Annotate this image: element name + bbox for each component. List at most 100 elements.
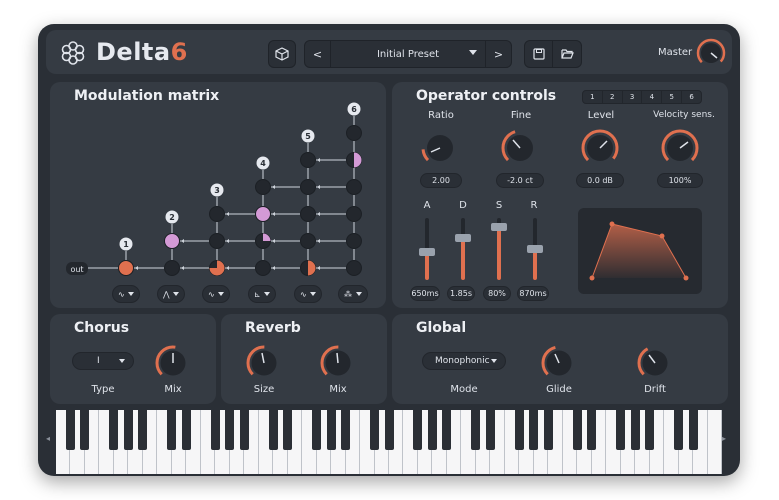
- white-key[interactable]: [707, 410, 722, 474]
- black-key[interactable]: [543, 410, 553, 450]
- black-key[interactable]: [442, 410, 452, 450]
- mode-select[interactable]: Monophonic: [422, 352, 506, 370]
- attack-slider[interactable]: [419, 218, 435, 280]
- drift-label: Drift: [644, 384, 666, 395]
- black-key[interactable]: [587, 410, 597, 450]
- waveform-select-3[interactable]: ∿: [202, 285, 230, 303]
- preset-name[interactable]: Initial Preset: [332, 41, 484, 67]
- black-key[interactable]: [572, 410, 582, 450]
- black-key[interactable]: [471, 410, 481, 450]
- arrow-head: [272, 266, 275, 270]
- save-button[interactable]: [525, 41, 553, 67]
- prev-preset-button[interactable]: <: [305, 41, 331, 67]
- black-key[interactable]: [529, 410, 539, 450]
- reverb-mix-label: Mix: [329, 384, 347, 395]
- black-key[interactable]: [239, 410, 249, 450]
- randomize-button[interactable]: [268, 40, 296, 68]
- matrix-node-5-4[interactable]: [300, 179, 316, 195]
- matrix-node-4-4[interactable]: [255, 179, 271, 195]
- black-key[interactable]: [370, 410, 380, 450]
- matrix-node-5-2[interactable]: [300, 233, 316, 249]
- black-key[interactable]: [283, 410, 293, 450]
- matrix-node-2-1[interactable]: [164, 260, 180, 276]
- black-key[interactable]: [181, 410, 191, 450]
- black-key[interactable]: [384, 410, 394, 450]
- next-preset-button[interactable]: >: [485, 41, 511, 67]
- matrix-node-6-3[interactable]: [346, 206, 362, 222]
- reverb-mix-knob[interactable]: [319, 344, 357, 382]
- matrix-node-1-1[interactable]: [118, 260, 134, 276]
- matrix-node-5-5[interactable]: [300, 152, 316, 168]
- black-key[interactable]: [225, 410, 235, 450]
- open-button[interactable]: [553, 41, 581, 67]
- operator-tab-3[interactable]: 3: [623, 91, 643, 103]
- arrow-head: [226, 212, 229, 216]
- operator-tab-4[interactable]: 4: [642, 91, 663, 103]
- master-knob[interactable]: [696, 38, 726, 68]
- black-key[interactable]: [326, 410, 336, 450]
- black-key[interactable]: [427, 410, 437, 450]
- black-key[interactable]: [268, 410, 278, 450]
- operator-tab-6[interactable]: 6: [682, 91, 701, 103]
- waveform-select-6[interactable]: ⁂: [338, 285, 368, 303]
- black-key[interactable]: [645, 410, 655, 450]
- black-key[interactable]: [109, 410, 119, 450]
- level-value[interactable]: 0.0 dB: [576, 173, 624, 188]
- sustain-value[interactable]: 80%: [483, 286, 511, 301]
- release-slider[interactable]: [527, 218, 543, 280]
- release-value[interactable]: 870ms: [517, 286, 549, 301]
- black-key[interactable]: [630, 410, 640, 450]
- matrix-node-4-1[interactable]: [255, 260, 271, 276]
- black-key[interactable]: [688, 410, 698, 450]
- waveform-select-5[interactable]: ∿: [294, 285, 322, 303]
- glide-knob[interactable]: [540, 344, 578, 382]
- level-knob[interactable]: [580, 128, 620, 168]
- matrix-node-3-2[interactable]: [209, 233, 225, 249]
- black-key[interactable]: [485, 410, 495, 450]
- operator-badge-label: 3: [214, 186, 220, 195]
- black-key[interactable]: [80, 410, 90, 450]
- waveform-select-1[interactable]: ∿: [112, 285, 140, 303]
- waveform-select-4[interactable]: ⊾: [248, 285, 276, 303]
- black-key[interactable]: [616, 410, 626, 450]
- velocity-knob[interactable]: [660, 128, 700, 168]
- black-key[interactable]: [312, 410, 322, 450]
- ratio-value[interactable]: 2.00: [420, 173, 462, 188]
- attack-value[interactable]: 650ms: [410, 286, 440, 301]
- black-key[interactable]: [210, 410, 220, 450]
- ratio-knob[interactable]: [420, 128, 460, 168]
- black-key[interactable]: [65, 410, 75, 450]
- reverb-size-knob[interactable]: [245, 344, 283, 382]
- sustain-slider[interactable]: [491, 218, 507, 280]
- operator-tab-1[interactable]: 1: [583, 91, 603, 103]
- matrix-node-6-6[interactable]: [346, 125, 362, 141]
- black-key[interactable]: [674, 410, 684, 450]
- black-key[interactable]: [413, 410, 423, 450]
- velocity-value[interactable]: 100%: [657, 173, 703, 188]
- matrix-node-5-3[interactable]: [300, 206, 316, 222]
- matrix-node-4-3[interactable]: [255, 206, 271, 222]
- fine-value[interactable]: -2.0 ct: [496, 173, 544, 188]
- operator-tab-2[interactable]: 2: [603, 91, 623, 103]
- octave-down-icon[interactable]: ◂: [46, 434, 50, 443]
- matrix-node-6-4[interactable]: [346, 179, 362, 195]
- decay-slider[interactable]: [455, 218, 471, 280]
- matrix-node-3-3[interactable]: [209, 206, 225, 222]
- black-key[interactable]: [138, 410, 148, 450]
- octave-up-icon[interactable]: ▸: [722, 434, 726, 443]
- chorus-type-select[interactable]: I: [72, 352, 134, 370]
- matrix-node-2-2[interactable]: [164, 233, 180, 249]
- operator-tab-5[interactable]: 5: [662, 91, 683, 103]
- synth-window: Delta6 < Initial Preset > Master Modulat…: [38, 24, 740, 476]
- fine-knob[interactable]: [500, 128, 540, 168]
- chorus-mix-knob[interactable]: [154, 344, 192, 382]
- drift-knob[interactable]: [636, 344, 674, 382]
- black-key[interactable]: [123, 410, 133, 450]
- matrix-node-6-2[interactable]: [346, 233, 362, 249]
- black-key[interactable]: [341, 410, 351, 450]
- black-key[interactable]: [167, 410, 177, 450]
- matrix-node-6-1[interactable]: [346, 260, 362, 276]
- black-key[interactable]: [514, 410, 524, 450]
- decay-value[interactable]: 1.85s: [447, 286, 475, 301]
- waveform-select-2[interactable]: ⋀: [157, 285, 185, 303]
